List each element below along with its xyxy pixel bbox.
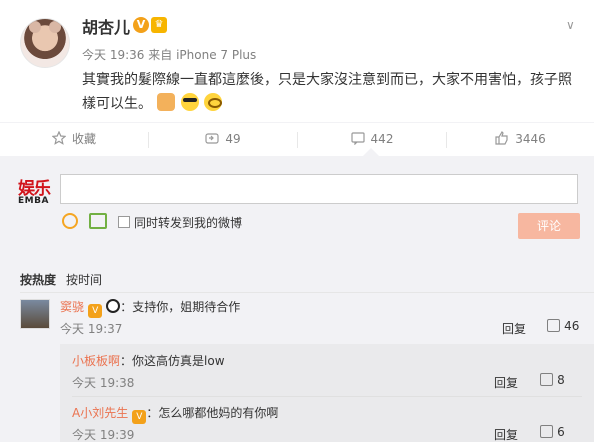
avatar[interactable] — [20, 18, 70, 68]
forward-button[interactable]: 49 — [149, 123, 297, 157]
vip-badge-icon: V — [132, 410, 147, 424]
post-meta: 今天 19:36 来自 iPhone 7 Plus — [82, 46, 256, 63]
favorite-label: 收藏 — [71, 132, 96, 146]
thumbs-up-icon — [540, 425, 553, 438]
muscle-emoji-icon — [157, 93, 176, 111]
commenter-brand-logo: 娱乐 EMBA — [18, 174, 52, 210]
like-count: 3446 — [515, 132, 546, 146]
comment-author[interactable]: 窦骁 — [60, 300, 84, 314]
comment-item: 窦骁 V ：支持你，姐期待合作 — [60, 298, 240, 318]
comment-icon — [350, 132, 365, 145]
sort-tabs: 按热度 按时间 — [20, 271, 102, 288]
reply-author[interactable]: A小刘先生 — [72, 406, 128, 420]
reply-item: 小板板啊：你这高仿真是low — [72, 352, 225, 369]
reply-button[interactable]: 回复 — [502, 320, 526, 337]
comment-like-button[interactable]: 46 — [547, 319, 579, 334]
chevron-down-icon[interactable]: ∨ — [566, 18, 575, 32]
comment-time: 今天 19:37 — [60, 322, 123, 336]
brand-logo-bottom: EMBA — [18, 196, 49, 206]
sort-hot-tab[interactable]: 按热度 — [20, 273, 56, 287]
favorite-button[interactable]: 收藏 — [0, 123, 148, 157]
post-text-body: 其實我的髮際線一直都這麼後，只是大家沒注意到而已，大家不用害怕，孩子照樣可以生。 — [82, 72, 572, 112]
reply-item: A小刘先生 V ：怎么哪都他妈的有你啊 — [72, 404, 278, 424]
comment-input[interactable] — [60, 174, 578, 204]
sunglasses-emoji-icon — [180, 93, 199, 111]
like-button[interactable]: 3446 — [447, 123, 594, 157]
star-icon — [51, 131, 66, 145]
post-text: 其實我的髮際線一直都這麼後，只是大家沒注意到而已，大家不用害怕，孩子照樣可以生。 — [82, 68, 582, 116]
reply-button[interactable]: 回复 — [494, 426, 518, 442]
comments-section: 娱乐 EMBA 同时转发到我的微博 评论 按热度 按时间 窦骁 V ：支持你，姐期… — [0, 156, 594, 442]
comment-count: 442 — [370, 132, 394, 146]
vip-badge-icon: V — [88, 304, 103, 318]
divider — [20, 292, 594, 293]
reply-like-count: 6 — [557, 425, 565, 439]
comment-avatar[interactable] — [20, 299, 50, 329]
image-icon[interactable] — [89, 213, 107, 229]
dizzy-emoji-icon — [204, 93, 223, 111]
post-action-bar: 收藏 49 442 3446 — [0, 122, 594, 156]
reply-like-button[interactable]: 8 — [540, 373, 565, 388]
submit-comment-button[interactable]: 评论 — [518, 213, 580, 239]
post-time[interactable]: 今天 19:36 — [82, 48, 144, 62]
forward-checkbox-label[interactable]: 同时转发到我的微博 — [134, 214, 242, 231]
forward-icon — [205, 133, 219, 144]
comment-like-count: 46 — [564, 319, 580, 333]
source-prefix: 来自 — [148, 48, 173, 62]
reply-like-button[interactable]: 6 — [540, 425, 565, 440]
reply-time: 今天 19:39 — [72, 428, 135, 442]
reply-author[interactable]: 小板板啊 — [72, 354, 120, 368]
post-device[interactable]: iPhone 7 Plus — [176, 48, 256, 62]
smile-icon[interactable] — [62, 213, 78, 229]
forward-count: 49 — [225, 132, 241, 146]
reply-time: 今天 19:38 — [72, 376, 135, 390]
comment-text: ：支持你，姐期待合作 — [120, 300, 241, 314]
reply-text: ：你这高仿真是low — [120, 354, 225, 368]
reply-like-count: 8 — [557, 373, 565, 387]
divider — [72, 396, 582, 397]
member-badge-icon: ♛ — [151, 17, 167, 33]
reply-text: ：怎么哪都他妈的有你啊 — [146, 406, 279, 420]
forward-checkbox[interactable] — [118, 216, 130, 228]
verified-badge-icon: V — [133, 17, 149, 33]
reply-button[interactable]: 回复 — [494, 374, 518, 391]
thumbs-up-icon — [540, 373, 553, 386]
thumbs-up-icon — [547, 319, 560, 332]
post-username[interactable]: 胡杏儿 — [82, 14, 130, 38]
active-tab-indicator — [363, 148, 379, 156]
thumbs-up-icon — [495, 131, 508, 145]
sort-time-tab[interactable]: 按时间 — [66, 273, 102, 287]
panda-emoji-icon — [106, 299, 121, 313]
